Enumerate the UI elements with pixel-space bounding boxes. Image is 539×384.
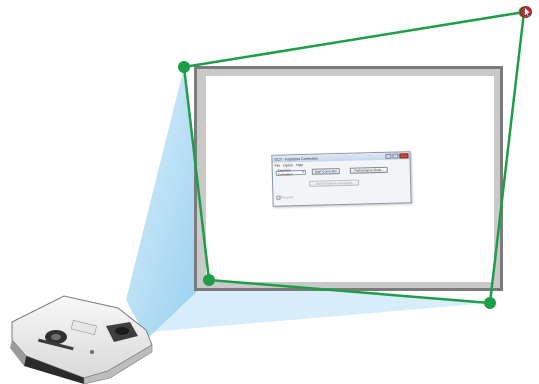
chevron-down-icon: ▾ (302, 169, 304, 175)
pin-point-label: Pin-point (280, 195, 294, 200)
pin-point-checkbox[interactable] (276, 195, 281, 200)
window-title: GCT - Keystone Correction (274, 156, 318, 162)
menu-file[interactable]: File (275, 163, 281, 167)
maximize-button[interactable] (392, 153, 399, 159)
keystone-app-window: GCT - Keystone Correction File Option He… (271, 151, 412, 207)
corner-handle-bottom-right[interactable] (484, 297, 496, 309)
mode-select[interactable]: Keystone Correction ▾ (275, 168, 306, 177)
corner-handle-top-left[interactable] (178, 61, 190, 73)
start-correction-button[interactable]: Start Correction (311, 168, 340, 175)
close-button[interactable] (399, 153, 409, 158)
cursor-icon (520, 6, 532, 18)
menu-help[interactable]: Help (296, 163, 303, 167)
performance-field-button[interactable]: Performance Field... (349, 166, 388, 174)
mode-select-value: Keystone Correction (277, 168, 293, 177)
apply-keystone-button[interactable]: Start Keystone Correction (309, 179, 360, 187)
projection-scene (10, 6, 532, 384)
minimize-button[interactable] (385, 153, 392, 159)
projector (10, 295, 153, 384)
menu-option[interactable]: Option (283, 163, 293, 167)
corner-handle-bottom-left[interactable] (203, 274, 215, 286)
